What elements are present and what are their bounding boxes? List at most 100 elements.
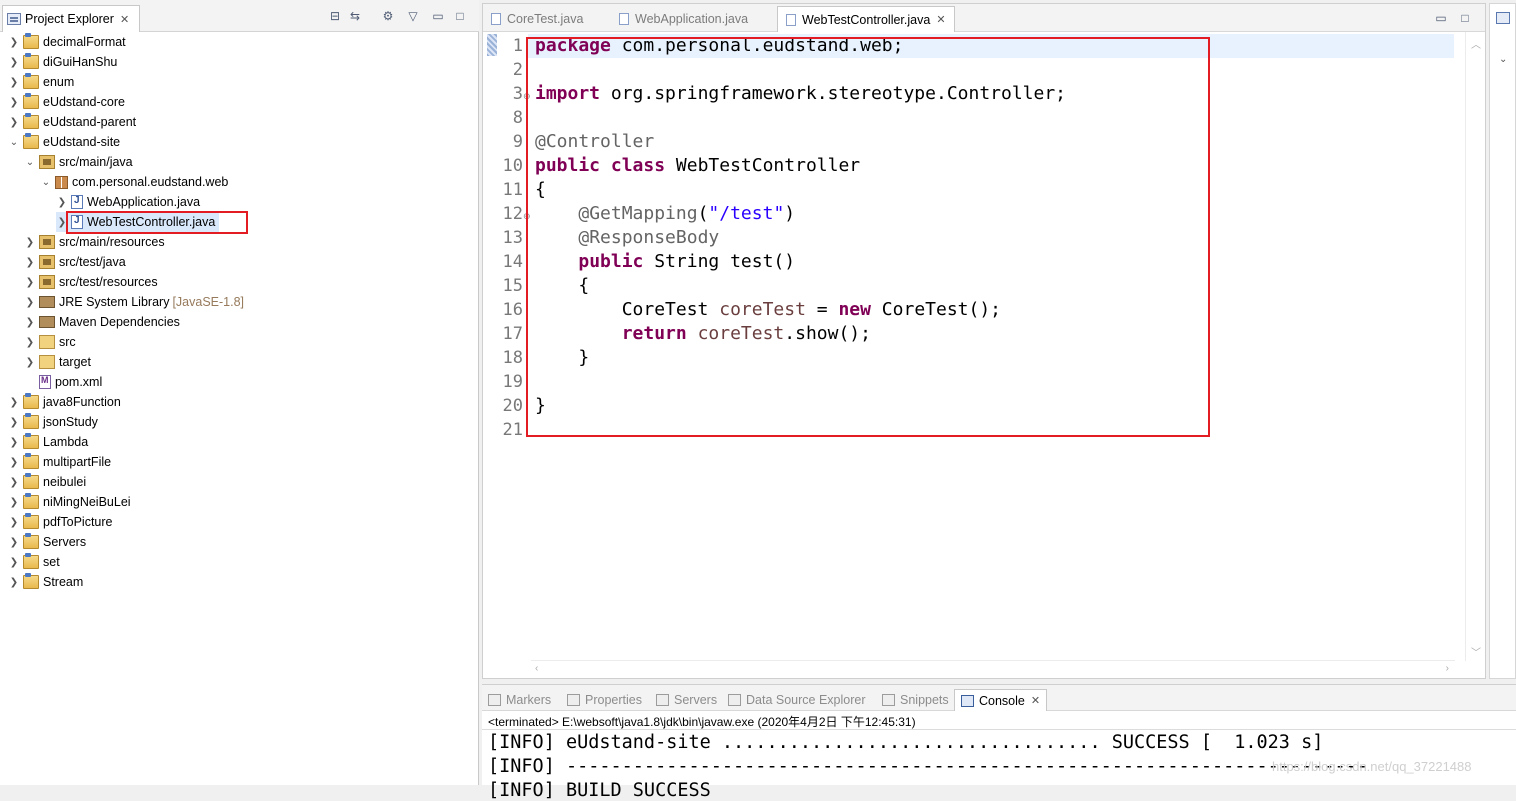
chevron-down-icon[interactable]: ⌄: [8, 136, 20, 148]
source-folder-icon: [39, 235, 55, 249]
close-icon[interactable]: ✕: [936, 13, 945, 26]
tab-data-source-explorer[interactable]: Data Source Explorer: [728, 689, 866, 711]
chevron-right-icon[interactable]: ❯: [8, 96, 20, 108]
horizontal-scrollbar[interactable]: ‹ ›: [531, 660, 1455, 678]
tree-item[interactable]: ❯ diGuiHanShu: [8, 52, 117, 72]
tree-item[interactable]: ❯ pdfToPicture: [8, 512, 112, 532]
highlight-box: [66, 211, 248, 234]
tree-item[interactable]: ❯ target: [24, 352, 91, 372]
change-marker: [487, 34, 497, 56]
chevron-right-icon[interactable]: ❯: [8, 116, 20, 128]
project-icon: [23, 73, 39, 89]
chevron-right-icon[interactable]: ❯: [24, 276, 36, 288]
chevron-right-icon[interactable]: ❯: [8, 476, 20, 488]
tree-item[interactable]: ❯ eUdstand-core: [8, 92, 125, 112]
maximize-icon[interactable]: □: [452, 8, 468, 24]
project-icon: [23, 473, 39, 489]
tab-servers[interactable]: Servers: [656, 689, 717, 711]
chevron-down-icon[interactable]: ⌄: [1499, 54, 1507, 65]
tree-item[interactable]: ❯ src/main/resources: [24, 232, 165, 252]
tab-webtestcontroller[interactable]: WebTestController.java ✕: [777, 6, 955, 32]
tree-item[interactable]: ⌄ com.personal.eudstand.web: [40, 172, 229, 192]
tree-item[interactable]: ❯ src/test/resources: [24, 272, 158, 292]
link-with-editor-icon[interactable]: ⇆: [347, 8, 363, 24]
chevron-down-icon[interactable]: ⌄: [40, 176, 52, 188]
chevron-right-icon[interactable]: ❯: [8, 456, 20, 468]
console-icon: [961, 694, 974, 707]
chevron-right-icon[interactable]: ❯: [24, 296, 36, 308]
chevron-right-icon[interactable]: ❯: [8, 536, 20, 548]
data-source-icon: [728, 694, 741, 706]
vertical-scrollbar[interactable]: ︿ ﹀: [1465, 32, 1485, 661]
tree-item[interactable]: ❯ eUdstand-parent: [8, 112, 136, 132]
chevron-right-icon[interactable]: ❯: [8, 56, 20, 68]
servers-icon: [656, 694, 669, 706]
minimize-icon[interactable]: ▭: [1433, 10, 1449, 26]
chevron-right-icon[interactable]: ❯: [8, 496, 20, 508]
tree-item[interactable]: ❯ src: [24, 332, 76, 352]
collapse-all-icon[interactable]: ⊟: [327, 8, 343, 24]
tab-project-explorer[interactable]: Project Explorer ✕: [2, 5, 140, 32]
line-number: 11: [502, 180, 523, 200]
chevron-right-icon[interactable]: ❯: [24, 316, 36, 328]
chevron-right-icon[interactable]: ❯: [24, 256, 36, 268]
tree-item[interactable]: ❯ decimalFormat: [8, 32, 126, 52]
tree-item[interactable]: ❯ Maven Dependencies: [24, 312, 180, 332]
close-icon[interactable]: ✕: [1031, 694, 1040, 707]
chevron-down-icon[interactable]: ⌄: [24, 156, 36, 168]
console-tab-bar: Markers Properties Servers Data Source E…: [482, 685, 1516, 711]
scroll-down-icon[interactable]: ﹀: [1471, 644, 1481, 659]
tree-item[interactable]: ❯ JRE System Library [JavaSE-1.8]: [24, 292, 244, 312]
view-menu-icon[interactable]: ▽: [405, 8, 421, 24]
project-icon: [23, 453, 39, 469]
chevron-right-icon[interactable]: ❯: [8, 516, 20, 528]
tree-item[interactable]: ❯ enum: [8, 72, 74, 92]
chevron-right-icon[interactable]: ❯: [8, 576, 20, 588]
close-icon[interactable]: ✕: [120, 13, 129, 26]
tree-item[interactable]: ❯ src/test/java: [24, 252, 126, 272]
project-explorer-icon: [7, 13, 21, 25]
maximize-icon[interactable]: □: [1457, 10, 1473, 26]
chevron-right-icon[interactable]: ❯: [8, 556, 20, 568]
line-number: 13: [502, 228, 523, 248]
chevron-right-icon[interactable]: ❯: [24, 336, 36, 348]
chevron-right-icon[interactable]: ❯: [8, 416, 20, 428]
tab-coretest[interactable]: CoreTest.java: [483, 6, 591, 32]
chevron-right-icon[interactable]: ❯: [8, 396, 20, 408]
filters-icon[interactable]: ⚙: [380, 8, 396, 24]
scroll-right-icon[interactable]: ›: [1446, 663, 1449, 674]
java-file-icon: [619, 13, 629, 25]
tab-snippets[interactable]: Snippets: [882, 689, 949, 711]
tab-console[interactable]: Console ✕: [954, 689, 1048, 711]
outline-icon[interactable]: [1496, 12, 1510, 24]
tab-markers[interactable]: Markers: [488, 689, 551, 711]
tree-item[interactable]: ❯ set: [8, 552, 60, 572]
chevron-right-icon[interactable]: ❯: [56, 196, 68, 208]
tree-item[interactable]: ❯WebApplication.java: [56, 192, 200, 212]
tree-item[interactable]: ❯ neibulei: [8, 472, 86, 492]
tree-item[interactable]: ❯ jsonStudy: [8, 412, 98, 432]
tree-item[interactable]: ❯ Lambda: [8, 432, 88, 452]
minimize-icon[interactable]: ▭: [430, 8, 446, 24]
chevron-right-icon[interactable]: ❯: [8, 436, 20, 448]
tree-item[interactable]: ❯ java8Function: [8, 392, 121, 412]
chevron-right-icon[interactable]: ❯: [24, 356, 36, 368]
tab-properties[interactable]: Properties: [567, 689, 642, 711]
tree-item[interactable]: ❯ Servers: [8, 532, 86, 552]
chevron-right-icon[interactable]: ❯: [8, 76, 20, 88]
scroll-left-icon[interactable]: ‹: [535, 663, 538, 674]
tree-item[interactable]: ❯ niMingNeiBuLei: [8, 492, 131, 512]
tab-webapplication[interactable]: WebApplication.java: [611, 6, 756, 32]
tree-item[interactable]: pom.xml: [39, 372, 102, 392]
tree-item[interactable]: ⌄ eUdstand-site: [8, 132, 120, 152]
tree-item[interactable]: ❯ multipartFile: [8, 452, 111, 472]
tree-item[interactable]: ⌄ src/main/java: [24, 152, 133, 172]
line-number: 2: [512, 60, 523, 80]
line-number: 10: [502, 156, 523, 176]
code-area[interactable]: 1 2 3 8 9 10 11 12 13 14 15 16 17 18 19 …: [483, 32, 1454, 661]
package-icon: [55, 175, 68, 189]
chevron-right-icon[interactable]: ❯: [24, 236, 36, 248]
chevron-right-icon[interactable]: ❯: [8, 36, 20, 48]
scroll-up-icon[interactable]: ︿: [1471, 36, 1481, 51]
tree-item[interactable]: ❯ Stream: [8, 572, 83, 592]
